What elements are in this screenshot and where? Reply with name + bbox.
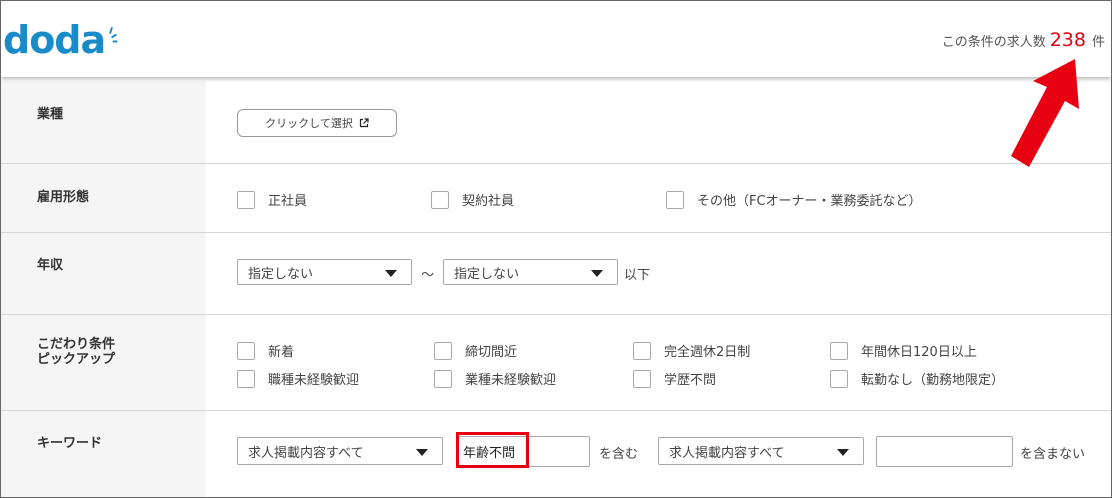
checkbox-two-days-off[interactable]: 完全週休2日制 (633, 341, 750, 360)
row-label-salary: 年収 (37, 258, 64, 273)
row-features: こだわり条件 ピックアップ 新着 締切間近 完全週休2日制 年間休日120日以上… (1, 315, 1111, 411)
checkbox-industry-inexperienced[interactable]: 業種未経験歓迎 (434, 369, 556, 388)
keyword-exclude-input[interactable] (876, 436, 1013, 467)
checkbox-label: 締切間近 (465, 345, 518, 360)
keyword-include-suffix: を含む (599, 447, 639, 462)
row-salary: 年収 指定しない 〜 指定しない 以下 (1, 233, 1111, 315)
checkbox-label: 完全週休2日制 (664, 345, 751, 360)
checkbox-box[interactable] (434, 369, 452, 388)
checkbox-box[interactable] (830, 341, 848, 360)
row-label-features-line1: こだわり条件 (37, 337, 116, 352)
caret-down-icon (385, 270, 397, 277)
search-conditions-window: doda この条件の求人数 238 件 業種 クリックして選択 雇用形態 正社員… (0, 0, 1112, 498)
checkbox-box[interactable] (434, 341, 452, 360)
checkbox-no-transfer[interactable]: 転勤なし（勤務地限定） (830, 369, 1004, 388)
checkbox-box[interactable] (633, 341, 651, 360)
checkbox-label: 学歴不問 (664, 373, 717, 388)
row-label-features-line2: ピックアップ (37, 352, 116, 367)
keyword-exclude-scope-value: 求人掲載内容すべて (669, 445, 785, 461)
salary-min-value: 指定しない (248, 266, 314, 282)
caret-down-icon (416, 449, 428, 456)
row-label-cell: 年収 (1, 233, 206, 314)
keyword-exclude-scope-select[interactable]: 求人掲載内容すべて (658, 437, 864, 465)
row-keyword: キーワード 求人掲載内容すべて 年齢不問 を含む 求人掲載内容すべて を含まない (1, 411, 1111, 497)
row-label-keyword: キーワード (37, 436, 103, 451)
checkbox-label: 新着 (268, 345, 295, 360)
keyword-exclude-suffix: を含まない (1020, 447, 1086, 462)
salary-min-select[interactable]: 指定しない (237, 259, 412, 285)
keyword-include-scope-value: 求人掲載内容すべて (248, 445, 364, 461)
annotation-arrow-icon (1011, 59, 1079, 167)
checkbox-label: 年間休日120日以上 (861, 345, 977, 360)
checkbox-label: 業種未経験歓迎 (465, 373, 557, 388)
keyword-highlight-box (456, 432, 529, 468)
row-label-cell: キーワード (1, 411, 206, 497)
salary-separator: 〜 (421, 268, 435, 283)
salary-max-select[interactable]: 指定しない (443, 259, 618, 285)
checkbox-education-any[interactable]: 学歴不問 (633, 369, 716, 388)
checkbox-job-inexperienced[interactable]: 職種未経験歓迎 (237, 369, 359, 388)
checkbox-new[interactable]: 新着 (237, 341, 294, 360)
checkbox-label: 職種未経験歓迎 (268, 373, 360, 388)
checkbox-label: 転勤なし（勤務地限定） (861, 373, 1005, 388)
checkbox-box[interactable] (830, 369, 848, 388)
keyword-include-scope-select[interactable]: 求人掲載内容すべて (237, 437, 443, 465)
checkbox-holidays-120[interactable]: 年間休日120日以上 (830, 341, 977, 360)
checkbox-deadline[interactable]: 締切間近 (434, 341, 517, 360)
caret-down-icon (837, 449, 849, 456)
row-label-cell: こだわり条件 ピックアップ (1, 315, 206, 410)
salary-suffix: 以下 (624, 268, 651, 283)
caret-down-icon (591, 270, 603, 277)
checkbox-box[interactable] (633, 369, 651, 388)
salary-max-value: 指定しない (454, 266, 520, 282)
checkbox-box[interactable] (237, 341, 255, 360)
checkbox-box[interactable] (237, 369, 255, 388)
